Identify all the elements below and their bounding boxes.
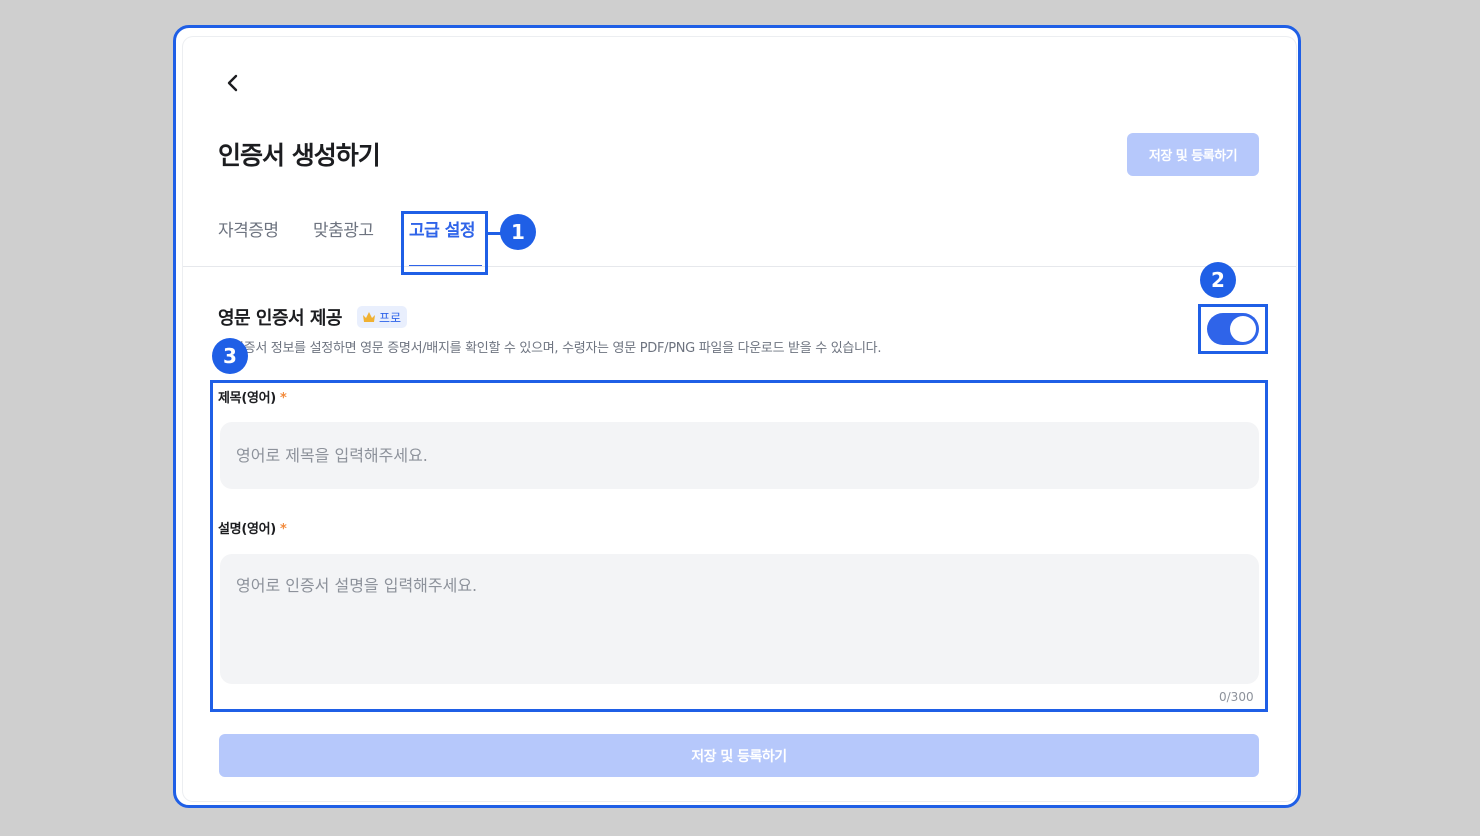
annotation-box-1 <box>401 211 488 275</box>
annotation-box-2 <box>1198 304 1268 354</box>
tabs-divider <box>183 266 1296 267</box>
section-title: 영문 인증서 제공 <box>218 308 342 329</box>
tab-custom-ads[interactable]: 맞춤광고 <box>313 216 374 241</box>
annotation-box-3 <box>210 380 1268 712</box>
annotation-badge-2: 2 <box>1200 262 1236 298</box>
pro-badge-label: 프로 <box>379 310 402 325</box>
annotation-badge-1: 1 <box>500 214 536 250</box>
chevron-left-icon <box>227 74 238 92</box>
save-register-button-bottom[interactable]: 저장 및 등록하기 <box>219 734 1259 777</box>
pro-badge: 프로 <box>357 306 408 328</box>
back-button[interactable] <box>222 70 244 96</box>
save-register-button-top[interactable]: 저장 및 등록하기 <box>1127 133 1259 176</box>
page-title: 인증서 생성하기 <box>218 141 381 170</box>
crown-icon <box>363 312 375 322</box>
tab-credential[interactable]: 자격증명 <box>218 216 279 241</box>
annotation-connector-1 <box>487 232 501 235</box>
annotation-badge-3: 3 <box>212 338 248 374</box>
section-description: 인증서 정보를 설정하면 영문 증명서/배지를 확인할 수 있으며, 수령자는 … <box>232 341 882 356</box>
